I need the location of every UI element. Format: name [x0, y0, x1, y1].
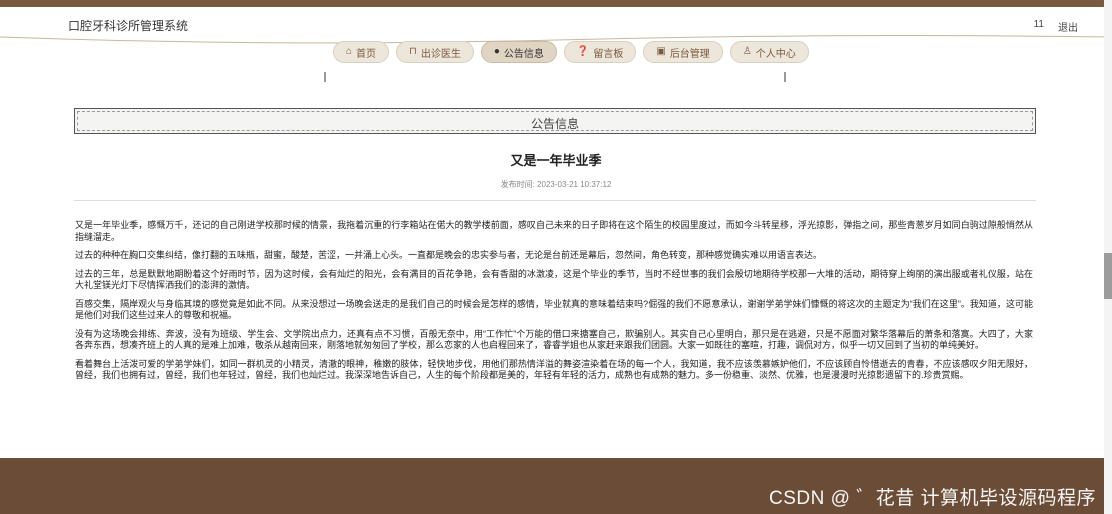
nav-item-label: 个人中心 [755, 48, 796, 60]
section-title: 公告信息 [530, 117, 579, 131]
article-paragraph: 又是一年毕业季，感慨万千，还记的自己刚进学校那时候的情景，我拖着沉重的行李箱站在… [75, 220, 1033, 242]
publish-time: 发布时间: 2023-03-21 10:37:12 [500, 180, 612, 189]
nav-item[interactable]: ⌂ 首页 [333, 41, 390, 63]
site-title: 口腔牙科诊所管理系统 [68, 19, 189, 33]
article-paragraph: 看着舞台上活泼可爱的学弟学妹们，如同一群机灵的小精灵，清澈的眼神，稚嫩的肢体，轻… [75, 358, 1033, 381]
user-area: 11 退出 [1034, 19, 1078, 34]
nav-item[interactable]: ❓ 留言板 [563, 41, 637, 63]
nav-item[interactable]: ♙ 个人中心 [729, 41, 809, 63]
home-icon: ⌂ [346, 46, 353, 57]
banner-right-marker [784, 72, 786, 82]
user-icon: ♙ [742, 46, 752, 57]
header: 口腔牙科诊所管理系统 11 退出 [0, 7, 1112, 44]
divider [74, 200, 1036, 201]
article-paragraph: 过去的三年，总是默默地期盼着这个好雨时节，因为这时候，会有灿烂的阳光，会有满目的… [75, 268, 1033, 291]
top-accent-bar [0, 0, 1112, 7]
nav-item-label: 留言板 [593, 48, 624, 60]
article-paragraph: 百感交集，隔岸观火与身临其境的感觉竟是如此不同。从来没想过一场晚会送走的是我们自… [75, 298, 1033, 321]
nav-item[interactable]: ● 公告信息 [480, 41, 557, 63]
nav-item[interactable]: ⊓ 出诊医生 [396, 41, 474, 63]
banner-left-marker [324, 72, 326, 82]
watermark: CSDN @ ゛花昔 计算机毕设源码程序 [769, 488, 1096, 509]
nav-item-label: 公告信息 [503, 48, 544, 60]
logout-link[interactable]: 退出 [1058, 19, 1078, 34]
banner-strip [324, 72, 786, 82]
nav-item[interactable]: ▣ 后台管理 [643, 41, 723, 63]
section-header: 公告信息 [74, 108, 1036, 134]
main-nav: ⌂ 首页 ⊓ 出诊医生 ● 公告信息 ❓ 留言板 ▣ 后台管理 ♙ 个人中心 [333, 41, 809, 63]
nav-item-label: 首页 [356, 48, 377, 60]
admin-icon: ▣ [656, 46, 666, 57]
article-paragraph: 没有为这场晚会排练、奔波，没有为班级、学生会、文学院出点力，还真有点不习惯，百般… [75, 328, 1033, 351]
nav-item-label: 出诊医生 [420, 48, 461, 60]
scrollbar-thumb[interactable] [1104, 253, 1112, 299]
article-body: 又是一年毕业季，感慨万千，还记的自己刚进学校那时候的情景，我拖着沉重的行李箱站在… [75, 220, 1033, 389]
user-name[interactable]: 11 [1034, 19, 1044, 34]
article-paragraph: 过去的种种在胸口交集纠结，像打翻的五味瓶，甜蜜，酸楚，苦涩，一并涌上心头。一直都… [75, 250, 823, 260]
doctor-icon: ⊓ [409, 46, 417, 57]
notice-icon: ● [493, 46, 500, 57]
nav-item-label: 后台管理 [669, 48, 710, 60]
article-title: 又是一年毕业季 [510, 153, 602, 168]
message-icon: ❓ [576, 46, 590, 57]
